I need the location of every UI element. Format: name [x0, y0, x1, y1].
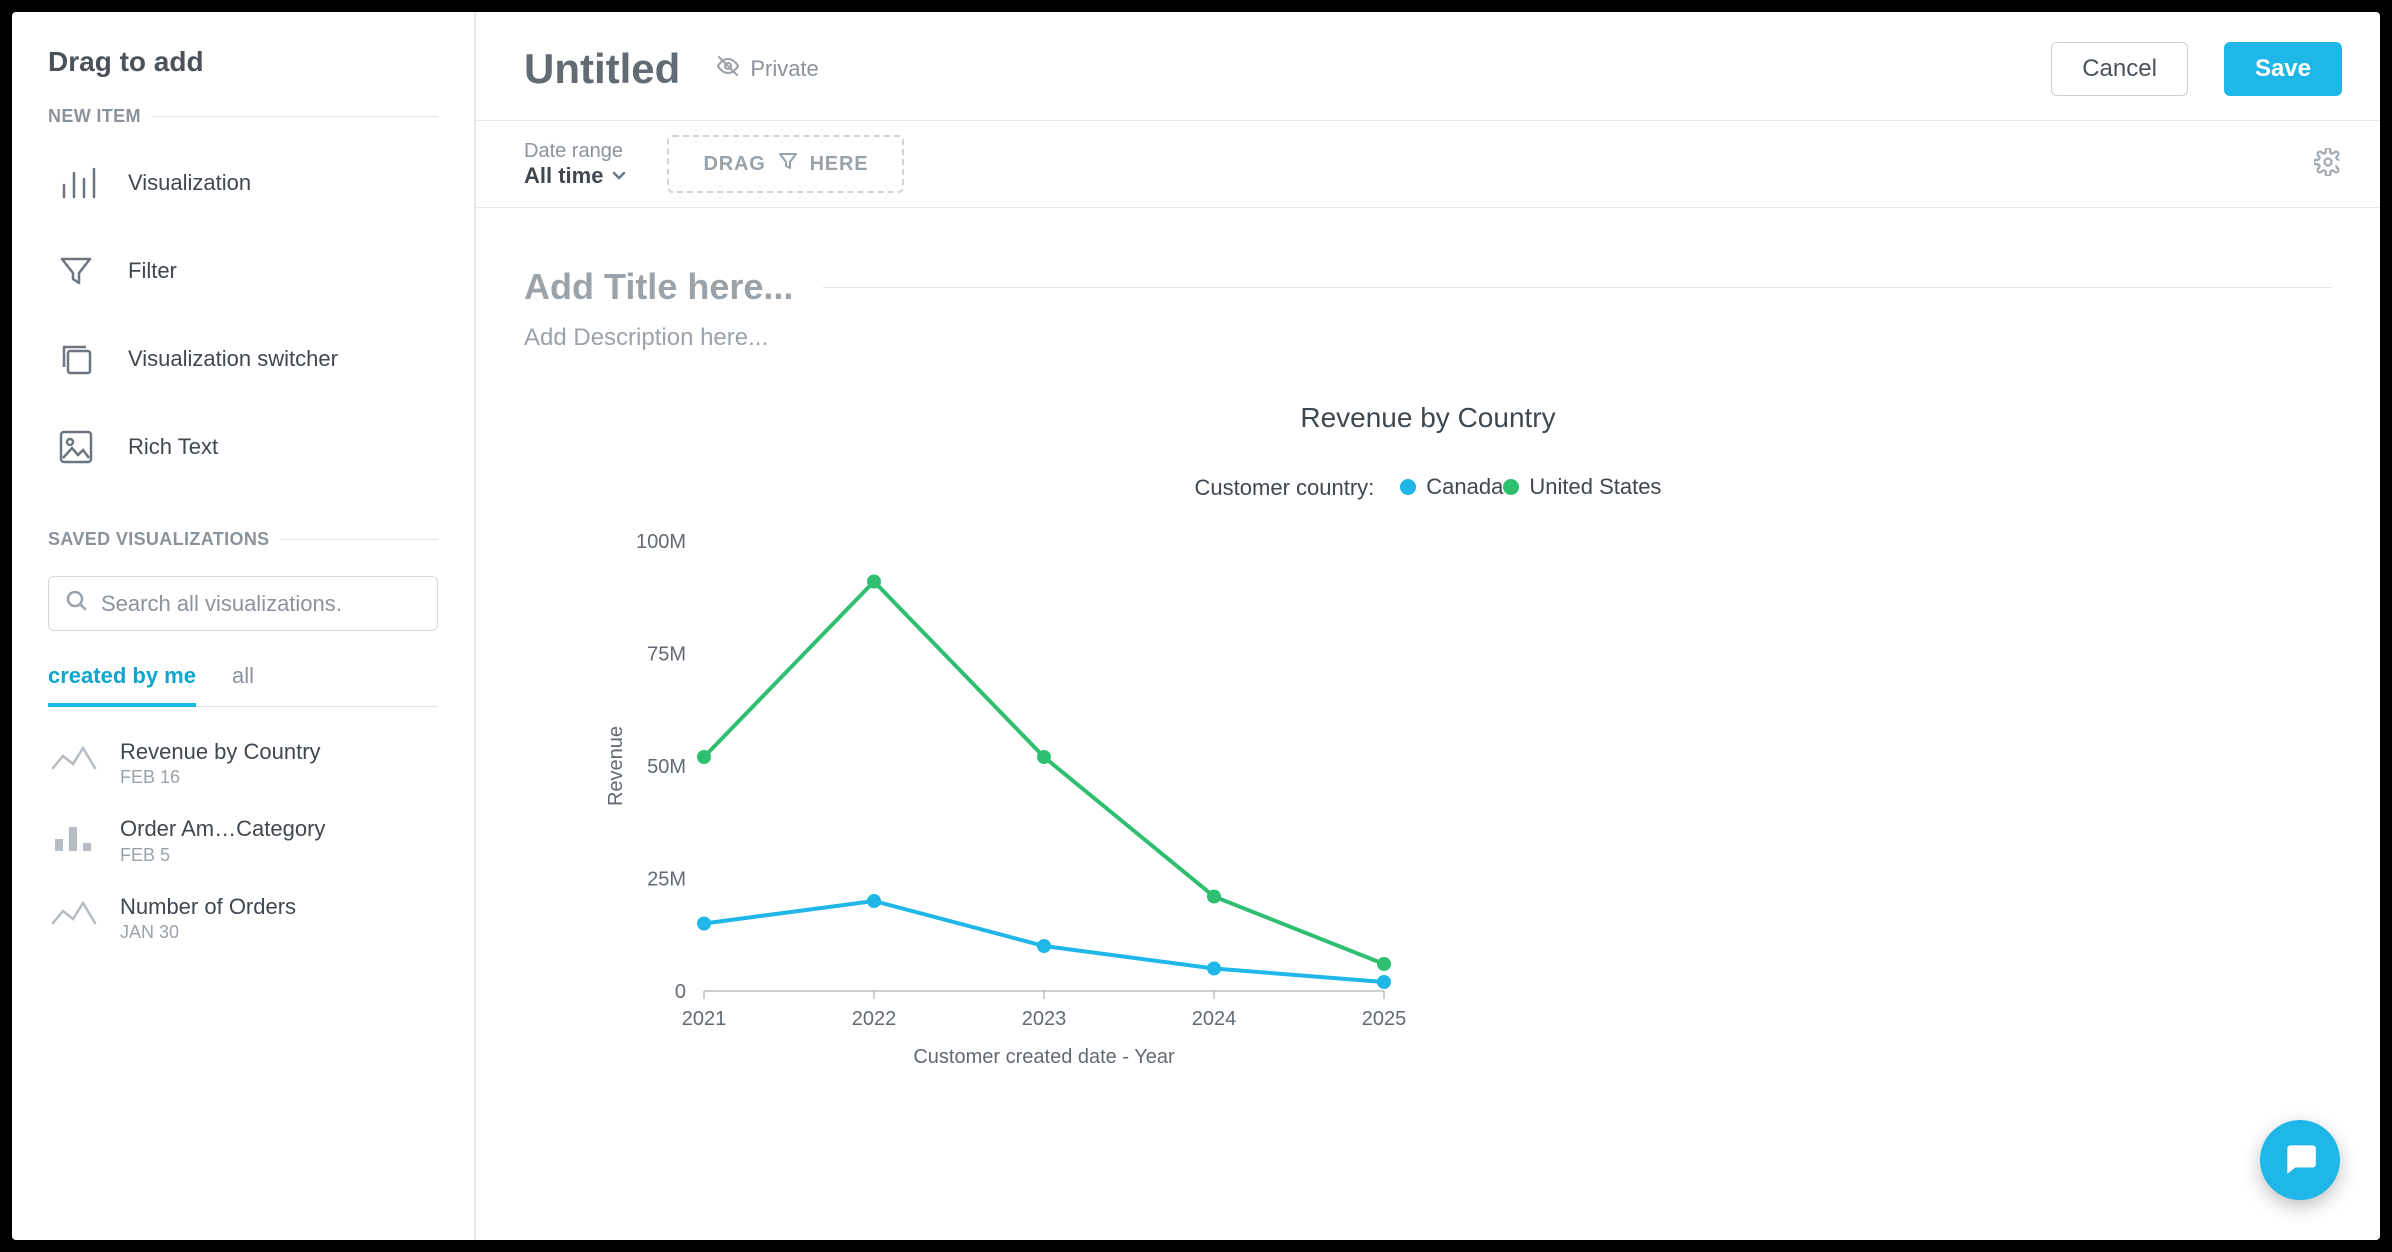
- legend-series-name: Canada: [1426, 474, 1503, 500]
- new-item-list: Visualization Filter Visualization switc…: [48, 139, 438, 491]
- filter-drop-zone[interactable]: DRAG HERE: [667, 135, 904, 193]
- search-input-wrap[interactable]: [48, 576, 438, 631]
- search-input[interactable]: [101, 591, 421, 617]
- privacy-toggle[interactable]: Private: [716, 54, 818, 84]
- saved-viz-item[interactable]: Number of Orders JAN 30: [48, 880, 438, 957]
- saved-viz-date: FEB 16: [120, 767, 321, 788]
- cancel-button[interactable]: Cancel: [2051, 42, 2188, 96]
- new-item-filter[interactable]: Filter: [48, 227, 438, 315]
- saved-viz-name: Revenue by Country: [120, 739, 321, 765]
- saved-viz-section-label: SAVED VISUALIZATIONS: [48, 529, 438, 550]
- rich-text-icon: [52, 423, 100, 471]
- new-item-label: Rich Text: [128, 434, 218, 460]
- saved-viz-date: JAN 30: [120, 922, 296, 943]
- svg-text:25M: 25M: [647, 869, 686, 891]
- filter-bar: Date range All time DRAG HERE: [476, 120, 2380, 208]
- document-title[interactable]: Untitled: [524, 45, 680, 93]
- legend-dot: [1400, 479, 1416, 495]
- chat-icon: [2281, 1139, 2319, 1182]
- chart-plot: 0 25M 50M 75M 100M 2021 2022 2023 2024 2025 Custom…: [594, 521, 1414, 1081]
- chart-widget[interactable]: Revenue by Country Customer country: Can…: [524, 402, 2332, 1086]
- svg-text:Customer created date - Year: Customer created date - Year: [913, 1046, 1175, 1068]
- chat-fab[interactable]: [2260, 1120, 2340, 1200]
- legend-label: Customer country:: [1195, 475, 1375, 501]
- svg-text:100M: 100M: [636, 531, 686, 553]
- new-item-label: Filter: [128, 258, 177, 284]
- legend-entry[interactable]: United States: [1503, 474, 1661, 500]
- new-item-section-label: NEW ITEM: [48, 106, 438, 127]
- saved-viz-date: FEB 5: [120, 845, 325, 866]
- svg-text:Revenue: Revenue: [605, 726, 627, 806]
- tab-all[interactable]: all: [232, 653, 254, 706]
- chart-legend: Customer country: Canada United States: [524, 474, 2332, 501]
- title-placeholder[interactable]: Add Title here...: [524, 266, 2332, 308]
- saved-viz-tabs: created by me all: [48, 653, 438, 707]
- saved-viz-name: Number of Orders: [120, 894, 296, 920]
- new-item-visualization[interactable]: Visualization: [48, 139, 438, 227]
- privacy-label: Private: [750, 56, 818, 82]
- tab-created-by-me[interactable]: created by me: [48, 653, 196, 707]
- svg-text:2023: 2023: [1022, 1008, 1067, 1030]
- line-chart-icon: [48, 894, 100, 934]
- topbar: Untitled Private Cancel Save: [476, 12, 2380, 120]
- new-item-rich-text[interactable]: Rich Text: [48, 403, 438, 491]
- description-placeholder[interactable]: Add Description here...: [524, 324, 2332, 352]
- new-item-label: Visualization switcher: [128, 346, 338, 372]
- gear-icon: [2314, 163, 2342, 180]
- drag-label-right: HERE: [810, 153, 869, 176]
- svg-text:2025: 2025: [1362, 1008, 1407, 1030]
- chevron-down-icon: [611, 163, 627, 189]
- svg-text:75M: 75M: [647, 644, 686, 666]
- saved-viz-item[interactable]: Revenue by Country FEB 16: [48, 725, 438, 802]
- canvas: Add Title here... Add Description here..…: [476, 208, 2380, 1240]
- line-chart-icon: [48, 739, 100, 779]
- drag-label-left: DRAG: [703, 153, 765, 176]
- svg-text:2021: 2021: [682, 1008, 727, 1030]
- daterange-value: All time: [524, 163, 603, 189]
- legend-series-name: United States: [1529, 474, 1661, 500]
- search-icon: [65, 589, 89, 618]
- svg-text:50M: 50M: [647, 756, 686, 778]
- bar-chart-icon: [52, 159, 100, 207]
- legend-entry[interactable]: Canada: [1400, 474, 1503, 500]
- legend-dot: [1503, 479, 1519, 495]
- eye-off-icon: [716, 54, 740, 84]
- sidebar-title: Drag to add: [48, 46, 438, 78]
- settings-button[interactable]: [2314, 148, 2342, 181]
- new-item-label: Visualization: [128, 170, 251, 196]
- daterange-label: Date range: [524, 140, 627, 163]
- svg-text:2022: 2022: [852, 1008, 897, 1030]
- chart-title: Revenue by Country: [524, 402, 2332, 434]
- saved-viz-list: Revenue by Country FEB 16 Order Am…Categ…: [48, 725, 438, 957]
- svg-text:0: 0: [675, 981, 686, 1003]
- saved-viz-item[interactable]: Order Am…Category FEB 5: [48, 802, 438, 879]
- new-item-viz-switcher[interactable]: Visualization switcher: [48, 315, 438, 403]
- sidebar: Drag to add NEW ITEM Visualization: [12, 12, 476, 1240]
- bar-chart-small-icon: [48, 816, 100, 856]
- main-area: Untitled Private Cancel Save Date range …: [476, 12, 2380, 1240]
- save-button[interactable]: Save: [2224, 42, 2342, 96]
- svg-text:2024: 2024: [1192, 1008, 1237, 1030]
- daterange-selector[interactable]: Date range All time: [524, 140, 627, 189]
- saved-viz-name: Order Am…Category: [120, 816, 325, 842]
- funnel-icon: [52, 247, 100, 295]
- funnel-small-icon: [778, 151, 798, 177]
- stack-icon: [52, 335, 100, 383]
- app-window: Drag to add NEW ITEM Visualization: [0, 0, 2392, 1252]
